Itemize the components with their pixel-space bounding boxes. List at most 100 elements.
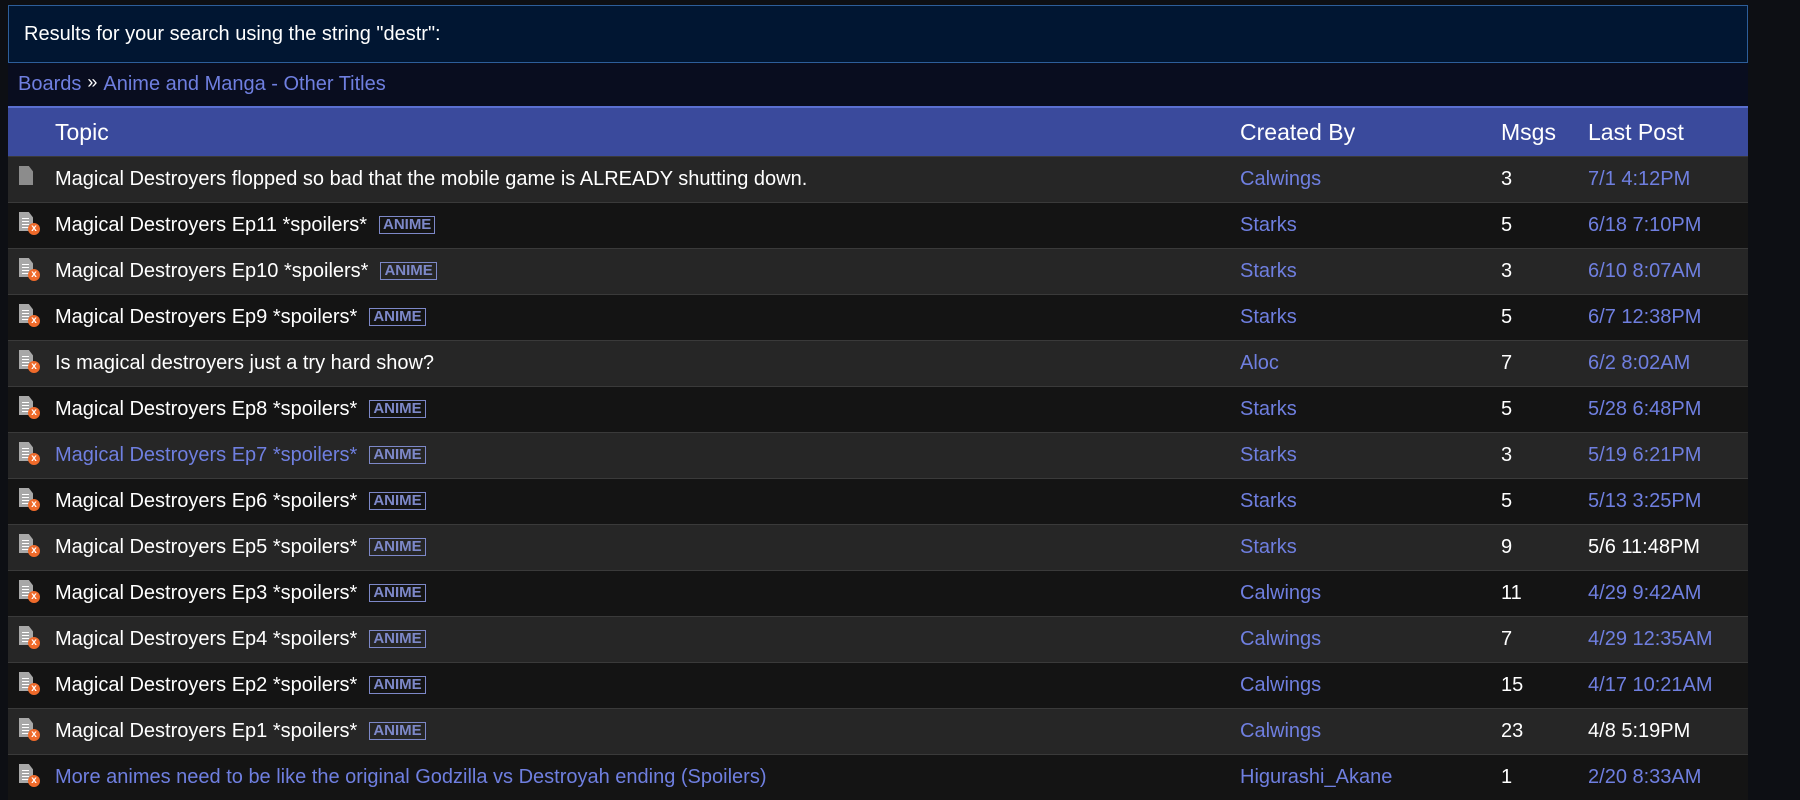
topic-tag-badge[interactable]: ANIME [369, 400, 426, 418]
closed-badge-icon: x [28, 545, 40, 557]
topic-cell: Magical Destroyers Ep4 *spoilers* ANIME [55, 616, 1241, 663]
topic-title-link[interactable]: Magical Destroyers Ep3 *spoilers* [55, 582, 357, 604]
created-by-cell: Aloc [1240, 340, 1502, 387]
column-header-last-post[interactable]: Last Post [1588, 107, 1748, 157]
author-link[interactable]: Starks [1240, 536, 1297, 558]
topic-tag-badge[interactable]: ANIME [369, 538, 426, 556]
topic-tag-badge[interactable]: ANIME [378, 216, 436, 234]
topic-title-link[interactable]: Magical Destroyers Ep5 *spoilers* [55, 536, 357, 558]
last-post-link[interactable]: 4/29 12:35AM [1588, 628, 1713, 650]
created-by-cell: Starks [1240, 478, 1502, 525]
last-post-cell: 6/18 7:10PM [1588, 202, 1749, 249]
topic-cell: Magical Destroyers Ep10 *spoilers* ANIME [55, 248, 1241, 295]
topic-tag-badge[interactable]: ANIME [369, 584, 426, 602]
closed-badge-icon: x [28, 223, 40, 235]
topic-title-link[interactable]: Magical Destroyers Ep8 *spoilers* [55, 398, 357, 420]
author-link[interactable]: Calwings [1240, 582, 1321, 604]
created-by-cell: Calwings [1240, 570, 1502, 617]
author-link[interactable]: Calwings [1240, 628, 1321, 650]
topic-tag-badge[interactable]: ANIME [369, 446, 426, 464]
topic-tag-badge[interactable]: ANIME [369, 630, 426, 648]
topic-tag-badge[interactable]: ANIME [369, 492, 426, 510]
topic-title-link[interactable]: Magical Destroyers Ep2 *spoilers* [55, 674, 357, 696]
last-post-link[interactable]: 4/29 9:42AM [1588, 582, 1701, 604]
topic-title-link[interactable]: More animes need to be like the original… [55, 766, 766, 788]
closed-badge-icon: x [28, 453, 40, 465]
created-by-cell: Starks [1240, 524, 1502, 571]
last-post-cell: 4/17 10:21AM [1588, 662, 1749, 709]
topic-row: x Magical Destroyers Ep9 *spoilers* ANIME S… [8, 294, 1749, 341]
topic-title-link[interactable]: Magical Destroyers Ep10 *spoilers* [55, 260, 368, 282]
topic-status-cell: x [8, 662, 55, 709]
closed-badge-icon: x [28, 269, 40, 281]
last-post-link[interactable]: 6/18 7:10PM [1588, 214, 1701, 236]
topic-cell: Is magical destroyers just a try hard sh… [55, 340, 1241, 387]
author-link[interactable]: Starks [1240, 260, 1297, 282]
topic-title-link[interactable]: Magical Destroyers Ep9 *spoilers* [55, 306, 357, 328]
message-count: 3 [1501, 248, 1589, 295]
message-count: 9 [1501, 524, 1589, 571]
author-link[interactable]: Starks [1240, 490, 1297, 512]
author-link[interactable]: Starks [1240, 398, 1297, 420]
document-icon [19, 166, 33, 185]
author-link[interactable]: Starks [1240, 306, 1297, 328]
topic-tag-badge[interactable]: ANIME [369, 308, 426, 326]
topic-cell: Magical Destroyers Ep7 *spoilers* ANIME [55, 432, 1241, 479]
topic-row: x More animes need to be like the origina… [8, 754, 1749, 800]
topic-row: x Magical Destroyers Ep1 *spoilers* ANIME C… [8, 708, 1749, 755]
message-count: 15 [1501, 662, 1589, 709]
search-results-banner: Results for your search using the string… [8, 5, 1748, 63]
breadcrumb-board-link[interactable]: Anime and Manga - Other Titles [103, 73, 385, 95]
topic-title-link[interactable]: Is magical destroyers just a try hard sh… [55, 352, 434, 374]
topic-title-link[interactable]: Magical Destroyers Ep7 *spoilers* [55, 444, 357, 466]
created-by-cell: Starks [1240, 248, 1502, 295]
column-header-msgs[interactable]: Msgs [1501, 107, 1588, 157]
breadcrumb-boards-link[interactable]: Boards [18, 73, 81, 95]
topic-title-link[interactable]: Magical Destroyers flopped so bad that t… [55, 168, 807, 190]
last-post-link[interactable]: 4/17 10:21AM [1588, 674, 1713, 696]
topic-title-link[interactable]: Magical Destroyers Ep11 *spoilers* [55, 214, 367, 236]
topic-status-cell: x [8, 524, 55, 571]
last-post-link[interactable]: 4/8 5:19PM [1588, 720, 1690, 742]
created-by-cell: Higurashi_Akane [1240, 754, 1502, 800]
author-link[interactable]: Starks [1240, 214, 1297, 236]
author-link[interactable]: Starks [1240, 444, 1297, 466]
created-by-cell: Calwings [1240, 662, 1502, 709]
topic-cell: Magical Destroyers Ep2 *spoilers* ANIME [55, 662, 1241, 709]
closed-badge-icon: x [28, 315, 40, 327]
last-post-link[interactable]: 2/20 8:33AM [1588, 766, 1701, 788]
message-count: 5 [1501, 478, 1589, 525]
last-post-cell: 7/1 4:12PM [1588, 156, 1749, 203]
last-post-link[interactable]: 6/2 8:02AM [1588, 352, 1690, 374]
column-header-created-by[interactable]: Created By [1240, 107, 1501, 157]
last-post-link[interactable]: 5/13 3:25PM [1588, 490, 1701, 512]
message-count: 3 [1501, 156, 1589, 203]
last-post-link[interactable]: 5/19 6:21PM [1588, 444, 1701, 466]
author-link[interactable]: Higurashi_Akane [1240, 766, 1392, 788]
message-count: 5 [1501, 294, 1589, 341]
created-by-cell: Starks [1240, 386, 1502, 433]
topic-title-link[interactable]: Magical Destroyers Ep1 *spoilers* [55, 720, 357, 742]
last-post-link[interactable]: 5/28 6:48PM [1588, 398, 1701, 420]
topic-row: x Magical Destroyers Ep8 *spoilers* ANIME S… [8, 386, 1749, 433]
topic-row: x Magical Destroyers Ep11 *spoilers* ANIME… [8, 202, 1749, 249]
topic-title-link[interactable]: Magical Destroyers Ep6 *spoilers* [55, 490, 357, 512]
last-post-link[interactable]: 7/1 4:12PM [1588, 168, 1690, 190]
last-post-link[interactable]: 5/6 11:48PM [1588, 536, 1700, 558]
author-link[interactable]: Calwings [1240, 168, 1321, 190]
topic-tag-badge[interactable]: ANIME [380, 262, 437, 280]
topic-title-link[interactable]: Magical Destroyers Ep4 *spoilers* [55, 628, 357, 650]
last-post-link[interactable]: 6/10 8:07AM [1588, 260, 1701, 282]
author-link[interactable]: Calwings [1240, 674, 1321, 696]
author-link[interactable]: Aloc [1240, 352, 1279, 374]
closed-badge-icon: x [28, 361, 40, 373]
topic-status-cell: x [8, 570, 55, 617]
closed-badge-icon: x [28, 407, 40, 419]
message-count: 23 [1501, 708, 1589, 755]
topic-tag-badge[interactable]: ANIME [369, 722, 426, 740]
topic-list-header: Topic Created By Msgs Last Post [8, 107, 1749, 157]
topic-tag-badge[interactable]: ANIME [369, 676, 426, 694]
author-link[interactable]: Calwings [1240, 720, 1321, 742]
last-post-link[interactable]: 6/7 12:38PM [1588, 306, 1701, 328]
column-header-topic[interactable]: Topic [8, 107, 1240, 157]
